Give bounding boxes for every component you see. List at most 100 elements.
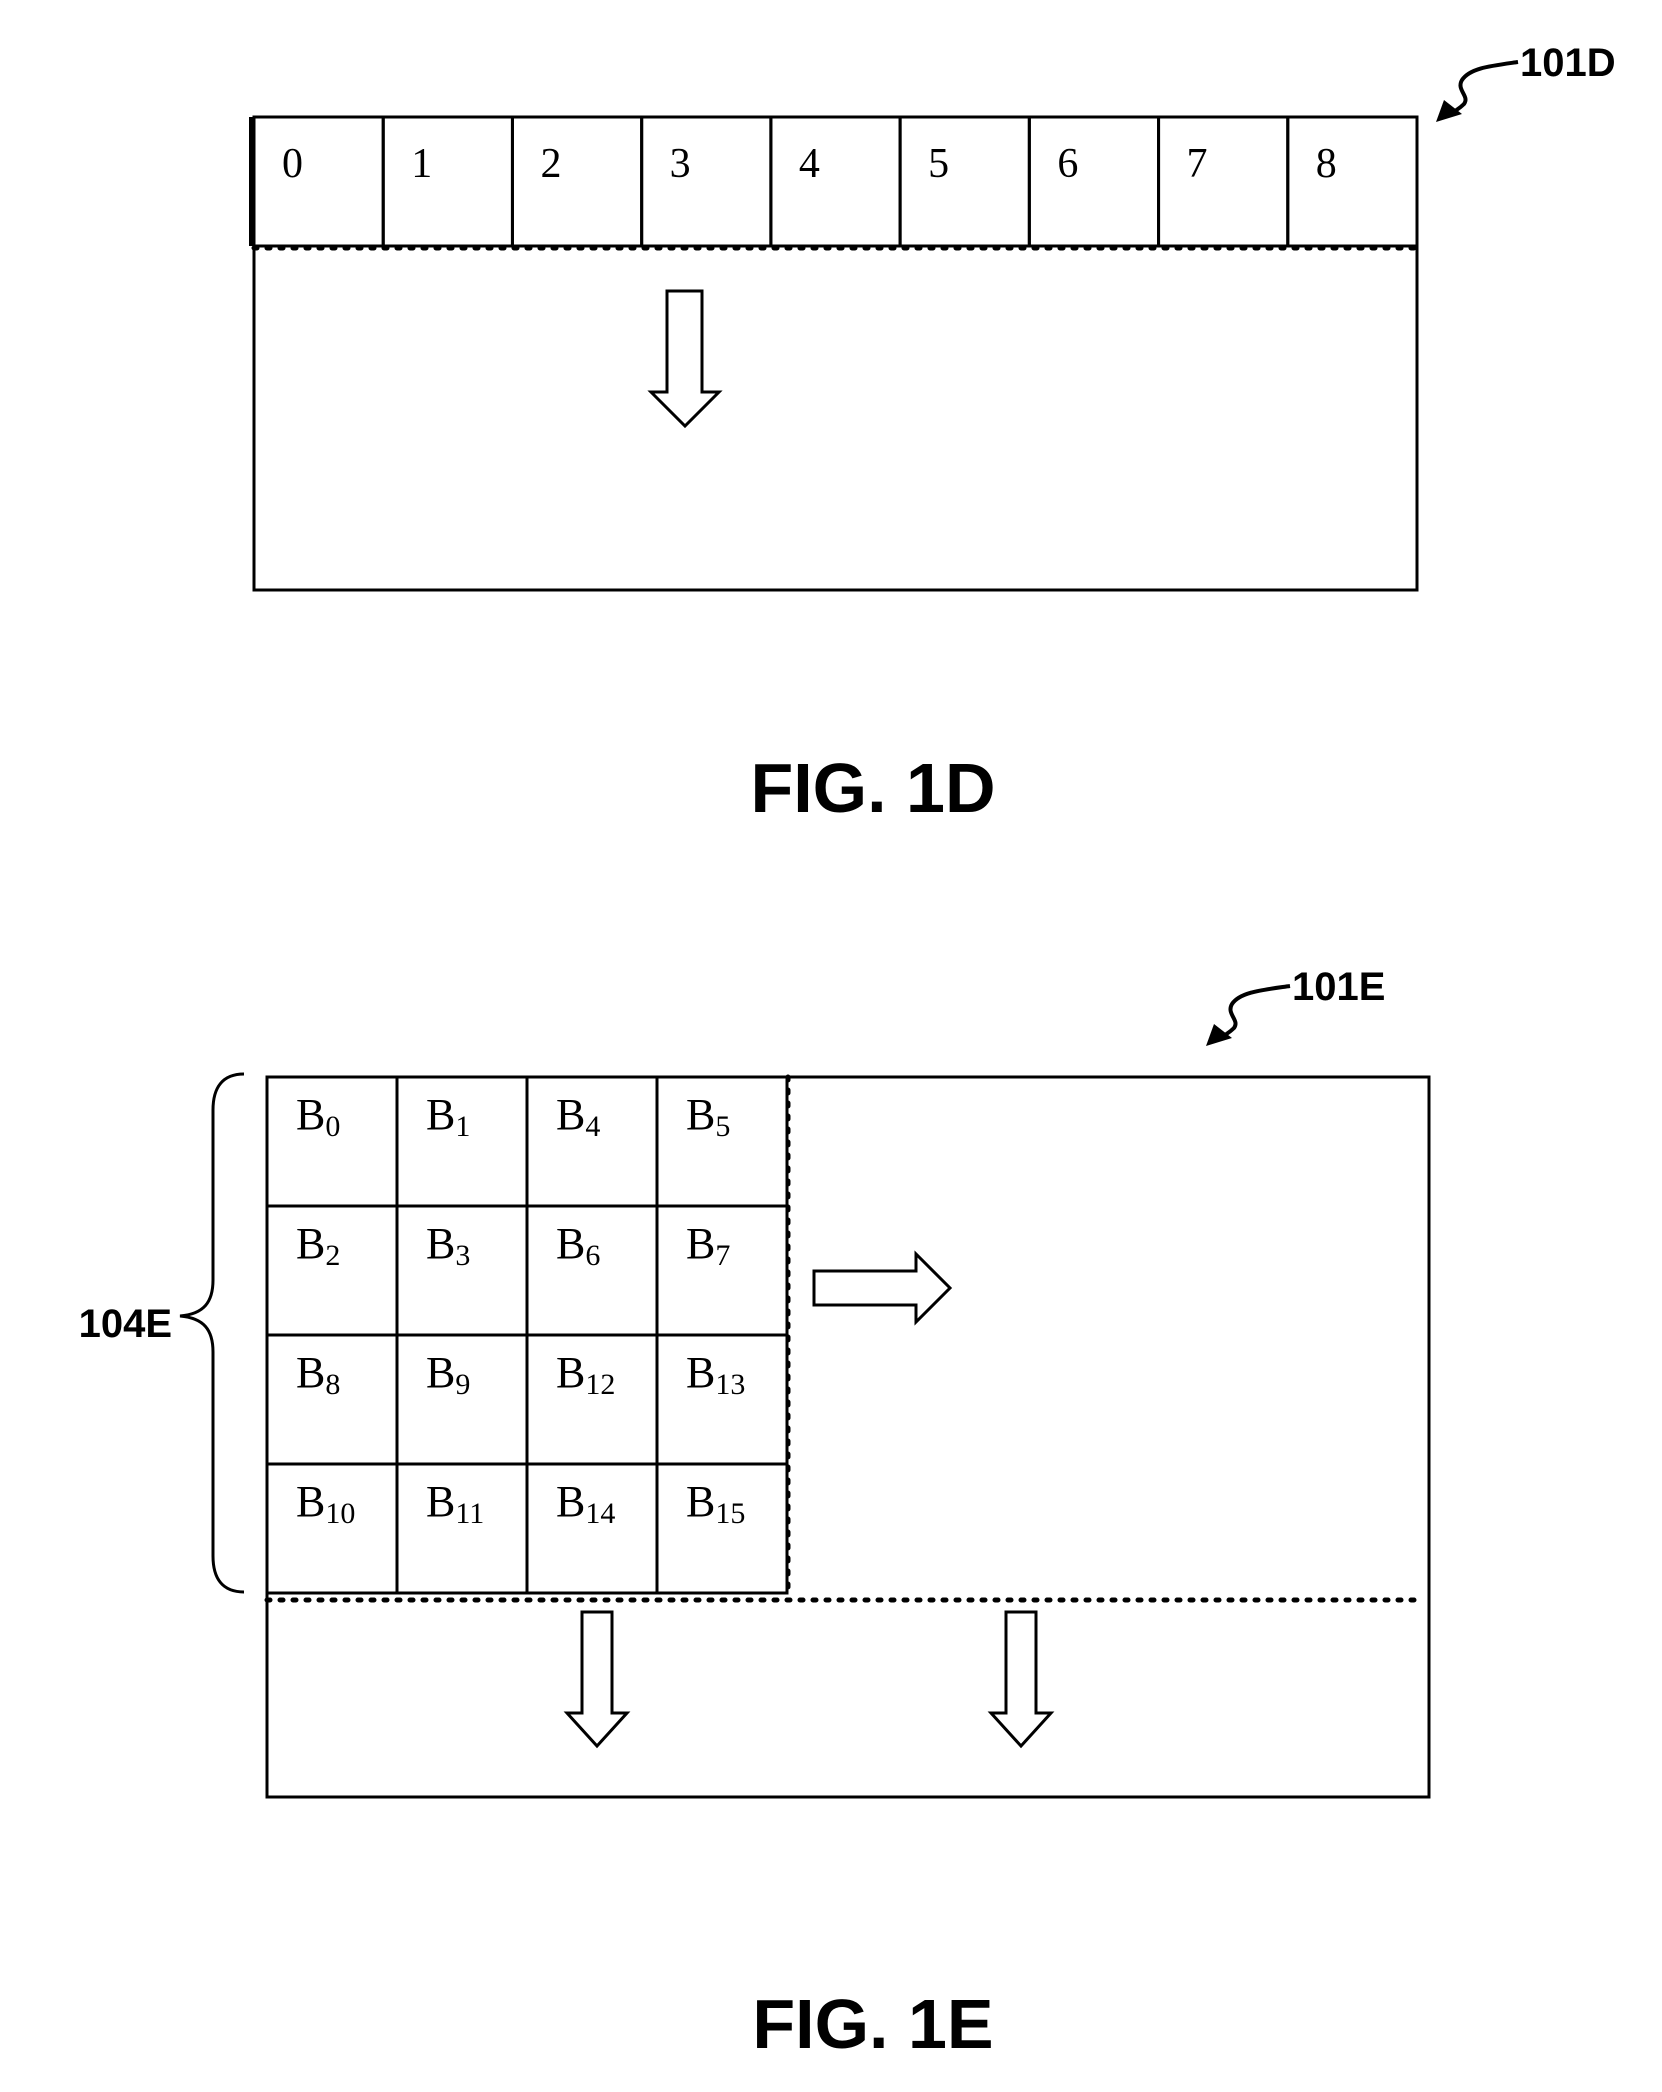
block-cell: B10 xyxy=(265,1462,399,1595)
header-cell: 4 xyxy=(769,115,902,248)
block-row-container-101d xyxy=(252,115,1419,592)
block-prefix: B xyxy=(686,1219,715,1268)
block-cell-label: B6 xyxy=(556,1219,600,1272)
block-cell: B11 xyxy=(395,1462,529,1595)
block-index: 12 xyxy=(585,1368,615,1401)
block-index: 8 xyxy=(325,1368,340,1401)
block-cell: B12 xyxy=(525,1333,659,1466)
header-cell-border xyxy=(510,115,644,248)
block-cell-label: B12 xyxy=(556,1348,615,1401)
block-cell: B8 xyxy=(265,1333,399,1466)
block-grid: B0 B1 B4 B5B2 B3 B6 B7B8 B9 B12 B13B10 B11 B14 B15 xyxy=(265,1075,789,1595)
block-index: 13 xyxy=(715,1368,745,1401)
figure-1e: 101E B0 B1 B4 B5B2 B3 B6 B7B8 B9 B12 B13B10 B11 B14… xyxy=(79,965,1431,2063)
header-cell: 1 xyxy=(381,115,514,248)
header-cell: 5 xyxy=(898,115,1031,248)
leader-arrowhead-101e xyxy=(1206,1024,1232,1046)
block-cell-label: B3 xyxy=(426,1219,470,1272)
block-cell-label: B5 xyxy=(686,1090,730,1143)
leader-arrowhead-101d xyxy=(1436,100,1462,122)
block-prefix: B xyxy=(556,1090,585,1139)
block-prefix: B xyxy=(296,1219,325,1268)
header-cell-label: 0 xyxy=(282,141,303,187)
curly-brace-icon xyxy=(179,1072,245,1594)
header-cell-border xyxy=(1027,115,1161,248)
block-cell-label: B15 xyxy=(686,1477,745,1530)
header-cell-border xyxy=(381,115,514,248)
block-cell: B15 xyxy=(655,1462,789,1595)
header-cell-label: 2 xyxy=(540,141,561,187)
block-index: 4 xyxy=(585,1110,600,1143)
block-cell-label: B10 xyxy=(296,1477,355,1530)
reference-label-101d: 101D xyxy=(1520,41,1616,85)
block-prefix: B xyxy=(426,1348,455,1397)
header-cell-label: 6 xyxy=(1057,141,1078,187)
figure-caption-1d: FIG. 1D xyxy=(750,749,995,827)
block-prefix: B xyxy=(556,1477,585,1526)
figure-caption-1e: FIG. 1E xyxy=(752,1985,993,2063)
block-index: 14 xyxy=(585,1497,615,1530)
header-cell: 6 xyxy=(1027,115,1161,248)
frame-container-101e xyxy=(265,1075,1431,1799)
header-cell: 2 xyxy=(510,115,644,248)
block-prefix: B xyxy=(296,1348,325,1397)
down-arrow-icon xyxy=(987,1610,1055,1749)
block-cell: B5 xyxy=(655,1075,789,1208)
down-arrow-icon xyxy=(647,289,723,429)
block-prefix: B xyxy=(426,1477,455,1526)
reference-label-101e: 101E xyxy=(1292,965,1385,1009)
block-index: 10 xyxy=(325,1497,355,1530)
header-cell: 3 xyxy=(640,115,773,248)
block-prefix: B xyxy=(426,1219,455,1268)
block-prefix: B xyxy=(296,1090,325,1139)
block-index: 6 xyxy=(585,1239,600,1272)
header-cell-border xyxy=(1286,115,1419,248)
block-index: 0 xyxy=(325,1110,340,1143)
block-cell-label: B2 xyxy=(296,1219,340,1272)
patent-figure-sheet: 101D 012345678 FIG. 1D 101E B0 B1 B4 B5B2 B3… xyxy=(79,41,1616,2063)
right-arrow-icon xyxy=(812,1250,953,1326)
block-cell: B1 xyxy=(395,1075,529,1208)
block-index: 9 xyxy=(455,1368,470,1401)
figure-1d: 101D 0 1 2 3 4 5 6 7 8 FIG. 1D xyxy=(249,41,1616,827)
header-cell-border xyxy=(898,115,1031,248)
header-cell-label: 3 xyxy=(670,141,691,187)
block-cell-label: B13 xyxy=(686,1348,745,1401)
block-index: 1 xyxy=(455,1110,470,1143)
header-cell: 7 xyxy=(1157,115,1290,248)
block-prefix: B xyxy=(426,1090,455,1139)
block-index: 2 xyxy=(325,1239,340,1272)
header-cell-label: 1 xyxy=(411,141,432,187)
block-index: 5 xyxy=(715,1110,730,1143)
block-cell: B14 xyxy=(525,1462,659,1595)
block-prefix: B xyxy=(686,1477,715,1526)
header-cell: 0 xyxy=(252,115,385,248)
block-index: 7 xyxy=(715,1239,730,1272)
block-prefix: B xyxy=(556,1219,585,1268)
block-cell-label: B8 xyxy=(296,1348,340,1401)
block-cell-label: B1 xyxy=(426,1090,470,1143)
block-cell-label: B4 xyxy=(556,1090,600,1143)
header-cell-border xyxy=(252,115,385,248)
block-cell: B2 xyxy=(265,1204,399,1337)
header-cell-label: 4 xyxy=(799,141,820,187)
leader-line-101e xyxy=(1215,984,1291,1042)
block-cell: B9 xyxy=(395,1333,529,1466)
block-cell-label: B7 xyxy=(686,1219,730,1272)
header-cell: 8 xyxy=(1286,115,1419,248)
block-cell-label: B14 xyxy=(556,1477,615,1530)
header-cell-border xyxy=(1157,115,1290,248)
bracket-label-104e: 104E xyxy=(79,1302,172,1346)
block-cell: B7 xyxy=(655,1204,789,1337)
block-cell: B4 xyxy=(525,1075,659,1208)
block-cell: B6 xyxy=(525,1204,659,1337)
block-index: 3 xyxy=(455,1239,470,1272)
block-cell: B0 xyxy=(265,1075,399,1208)
block-index: 15 xyxy=(715,1497,745,1530)
header-cell-label: 8 xyxy=(1316,141,1337,187)
header-cell-label: 5 xyxy=(928,141,949,187)
header-cell-border xyxy=(640,115,773,248)
header-cell-label: 7 xyxy=(1187,141,1208,187)
block-cell: B13 xyxy=(655,1333,789,1466)
block-prefix: B xyxy=(296,1477,325,1526)
